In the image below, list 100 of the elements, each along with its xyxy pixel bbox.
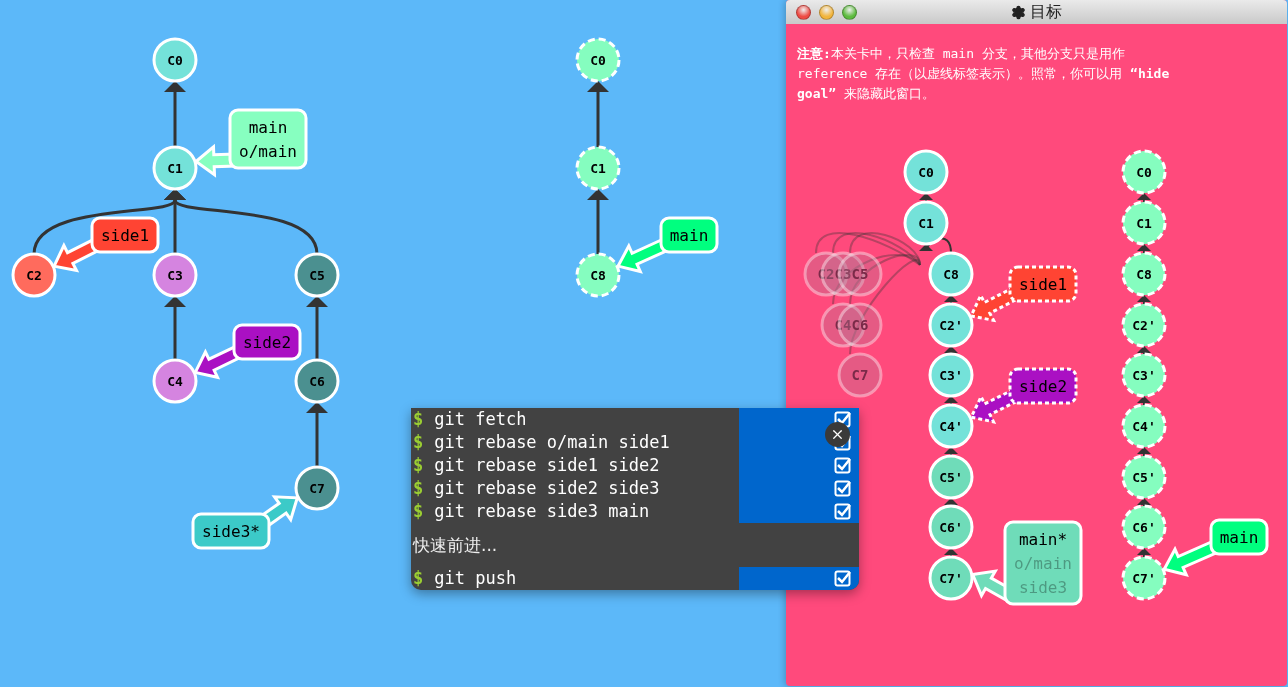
commit-node[interactable] bbox=[1121, 149, 1167, 195]
commit-arrow bbox=[1137, 295, 1151, 305]
commit-node[interactable] bbox=[928, 454, 974, 500]
branch-name: side2 bbox=[1018, 377, 1068, 396]
commit-node[interactable] bbox=[152, 358, 198, 404]
commit-node[interactable] bbox=[152, 37, 198, 83]
commit-id: C4' bbox=[1132, 418, 1156, 434]
commit-arrow bbox=[587, 189, 609, 254]
checked-checkbox-icon bbox=[834, 457, 851, 474]
branch-tag[interactable] bbox=[193, 108, 308, 178]
checked-checkbox-icon bbox=[834, 480, 851, 497]
branch-name: side1 bbox=[100, 226, 150, 245]
commit-node[interactable] bbox=[11, 252, 57, 298]
commit-id: C1 bbox=[1136, 215, 1152, 231]
settings-icon bbox=[1011, 4, 1026, 20]
commit-id: C0 bbox=[590, 52, 606, 68]
commit-id: C5 bbox=[309, 267, 325, 283]
commit-node[interactable] bbox=[928, 302, 974, 348]
prompt-symbol: $ bbox=[412, 408, 424, 431]
commit-node[interactable] bbox=[152, 252, 198, 298]
branch-name: side1 bbox=[1018, 275, 1068, 294]
commit-arrow bbox=[919, 193, 933, 203]
commit-id: C1 bbox=[918, 215, 934, 231]
faded-commit-node bbox=[837, 251, 883, 297]
commit-id: C1 bbox=[590, 160, 606, 176]
commit-id: C4 bbox=[167, 373, 183, 389]
commit-node[interactable] bbox=[294, 358, 340, 404]
commit-node[interactable] bbox=[1121, 302, 1167, 348]
log-message: 快速前进... bbox=[411, 533, 498, 557]
commit-node[interactable] bbox=[928, 504, 974, 550]
commit-id: C8 bbox=[590, 267, 606, 283]
zoom-button[interactable] bbox=[842, 4, 857, 20]
branch-tag[interactable] bbox=[51, 216, 160, 273]
commit-arrow bbox=[944, 396, 958, 406]
branch-tag[interactable] bbox=[969, 367, 1078, 424]
commit-arrow bbox=[944, 346, 958, 355]
branch-tag[interactable] bbox=[615, 216, 719, 274]
commit-id: C5' bbox=[1132, 469, 1156, 485]
commit-arrow bbox=[1137, 193, 1151, 203]
commit-node[interactable] bbox=[903, 200, 949, 246]
command-text: git rebase side1 side2 bbox=[433, 454, 660, 477]
branch-tag[interactable] bbox=[968, 265, 1078, 323]
commit-arrow bbox=[306, 402, 328, 467]
commit-arrow bbox=[1137, 447, 1151, 457]
branch-name: o/main bbox=[239, 142, 297, 161]
branch-name: side3* bbox=[202, 522, 260, 541]
checked-checkbox-icon bbox=[834, 503, 851, 520]
commit-node[interactable] bbox=[294, 252, 340, 298]
commit-node[interactable] bbox=[903, 149, 949, 195]
branch-tag[interactable] bbox=[193, 323, 302, 380]
prompt-symbol: $ bbox=[412, 500, 424, 523]
commit-node[interactable] bbox=[1121, 504, 1167, 550]
commit-node[interactable] bbox=[575, 145, 621, 191]
branch-name: side2 bbox=[242, 333, 292, 352]
commit-id: C2' bbox=[1132, 317, 1156, 333]
commit-id: C7 bbox=[309, 480, 325, 496]
commit-node[interactable] bbox=[1121, 251, 1167, 297]
commit-id: C5 bbox=[851, 266, 869, 282]
commit-node[interactable] bbox=[1121, 200, 1167, 246]
commit-node[interactable] bbox=[575, 37, 621, 83]
prompt-symbol: $ bbox=[412, 477, 424, 500]
commit-arrow bbox=[1137, 548, 1151, 558]
commit-arrow bbox=[1137, 346, 1151, 355]
commit-node[interactable] bbox=[928, 352, 974, 398]
command-text: git rebase side3 main bbox=[433, 500, 650, 523]
commit-node[interactable] bbox=[1121, 403, 1167, 449]
commit-arrow bbox=[587, 81, 609, 147]
commit-id: C1 bbox=[167, 160, 183, 176]
commit-node[interactable] bbox=[928, 555, 974, 601]
faded-commit-node bbox=[837, 302, 883, 348]
commit-id: C6' bbox=[939, 519, 963, 535]
command-text: git rebase o/main side1 bbox=[433, 431, 670, 454]
commit-node[interactable] bbox=[1121, 454, 1167, 500]
commit-node[interactable] bbox=[575, 252, 621, 298]
commit-node[interactable] bbox=[294, 465, 340, 511]
commit-id: C3 bbox=[834, 266, 852, 282]
goal-note: 注意:本关卡中，只检查 main 分支，其他分支只是用作 reference 存在（以虚线标签表示）。照常，你可以用 “hide goal” 来隐藏此窗口。 bbox=[796, 45, 1171, 103]
commit-id: C2 bbox=[817, 266, 835, 282]
commit-node[interactable] bbox=[928, 403, 974, 449]
branch-tag[interactable] bbox=[191, 495, 300, 550]
commit-id: C4 bbox=[834, 317, 852, 333]
commit-id: C5' bbox=[939, 469, 963, 485]
close-icon bbox=[830, 427, 845, 442]
commit-id: C3 bbox=[167, 267, 183, 283]
command-text: git rebase side2 side3 bbox=[433, 477, 660, 500]
checked-checkbox-icon bbox=[834, 411, 851, 428]
commit-arrow bbox=[944, 295, 958, 305]
commit-arrow bbox=[1137, 396, 1151, 406]
commit-node[interactable] bbox=[1121, 555, 1167, 601]
branch-name: main* bbox=[1018, 530, 1068, 549]
commit-node[interactable] bbox=[152, 145, 198, 191]
branch-name: o/main bbox=[1014, 554, 1072, 573]
commit-id: C8 bbox=[1136, 266, 1152, 282]
commit-node[interactable] bbox=[1121, 352, 1167, 398]
commit-id: C2' bbox=[939, 317, 963, 333]
checked-checkbox-icon bbox=[834, 434, 851, 451]
commit-node[interactable] bbox=[928, 251, 974, 297]
commit-arrow bbox=[944, 498, 958, 507]
commit-id: C4' bbox=[939, 418, 963, 434]
commit-id: C8 bbox=[943, 266, 959, 282]
